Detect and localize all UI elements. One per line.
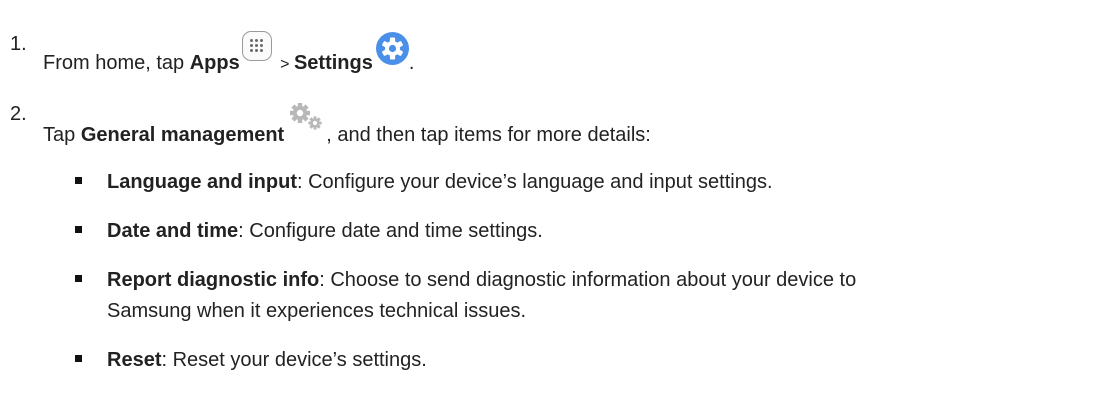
- step-1-suffix: .: [408, 52, 415, 74]
- apps-label: Apps: [189, 52, 240, 74]
- step-1-prefix: From home, tap: [43, 52, 190, 74]
- apps-grid-icon: [241, 31, 272, 61]
- bullet: [75, 355, 82, 362]
- list-item-continuation: Samsung when it experiences technical is…: [107, 300, 527, 322]
- settings-gear-icon: [375, 32, 409, 65]
- step-1-text: From home, tap Apps > Settings .: [43, 31, 414, 78]
- bullet: [75, 275, 82, 282]
- list-item-date-and-time: Date and time: Configure date and time s…: [107, 218, 543, 244]
- general-management-gears-icon: [286, 101, 326, 133]
- bullet: [75, 177, 82, 184]
- list-item-term: Reset: [107, 349, 162, 371]
- list-item-term: Date and time: [107, 220, 239, 242]
- list-item-description: : Reset your device’s settings.: [161, 349, 427, 371]
- list-item-description: : Configure date and time settings.: [238, 220, 543, 242]
- step-2-text: Tap General management , and then tap it…: [43, 101, 651, 148]
- bullet: [75, 226, 82, 233]
- list-item-term: Language and input: [107, 171, 297, 193]
- list-item-language-and-input: Language and input: Configure your devic…: [107, 169, 773, 195]
- step-1-number: 1.: [10, 33, 27, 55]
- list-item-description: : Configure your device’s language and i…: [297, 171, 773, 193]
- step-2-suffix: , and then tap items for more details:: [326, 124, 651, 146]
- settings-label: Settings: [293, 52, 373, 74]
- general-management-label: General management: [80, 124, 285, 146]
- list-item-reset: Reset: Reset your device’s settings.: [107, 347, 427, 373]
- step-2-number: 2.: [10, 103, 27, 125]
- list-item-term: Report diagnostic info: [107, 269, 320, 291]
- list-item-report-diagnostic-info: Report diagnostic info: Choose to send d…: [107, 267, 856, 293]
- step-1-separator: >: [275, 56, 294, 73]
- list-item-description: : Choose to send diagnostic information …: [319, 269, 857, 291]
- step-2-prefix: Tap: [43, 124, 81, 146]
